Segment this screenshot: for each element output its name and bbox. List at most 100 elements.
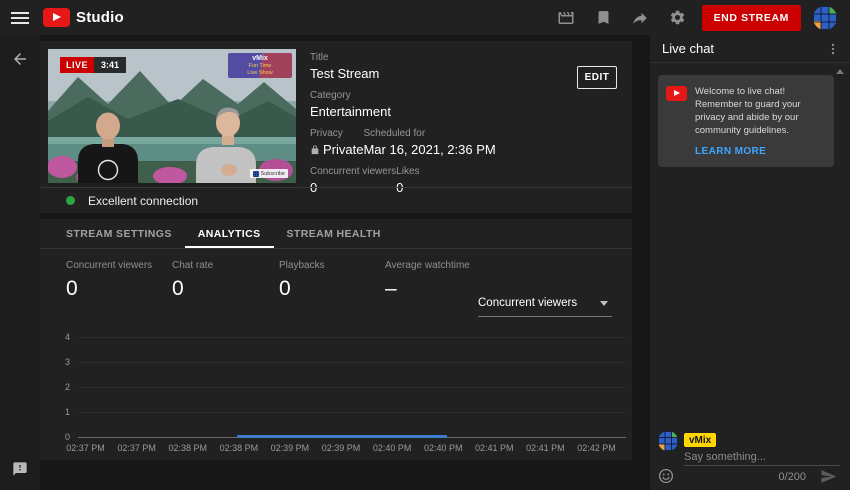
left-sidebar	[0, 35, 40, 490]
likes-label: Likes	[396, 166, 419, 177]
metric-label: Average watchtime	[385, 260, 470, 271]
viewers-label: Concurrent viewers	[310, 166, 396, 177]
metric-label: Playbacks	[279, 260, 325, 271]
x-tick: 02:37 PM	[111, 443, 162, 453]
welcome-message: Welcome to live chat! Remember to guard …	[695, 85, 825, 137]
chat-username-badge[interactable]: vMix	[684, 433, 716, 447]
x-tick: 02:40 PM	[367, 443, 418, 453]
connection-status-text: Excellent connection	[88, 194, 198, 208]
connection-status-row: Excellent connection	[40, 187, 632, 213]
x-tick: 02:39 PM	[264, 443, 315, 453]
chat-input-area: vMix Say something... 0/200	[650, 425, 850, 490]
privacy-value: Private	[323, 142, 363, 157]
topbar: Studio END STREAM	[0, 0, 850, 35]
x-tick: 02:37 PM	[60, 443, 111, 453]
subscribe-label: Subscribe	[261, 171, 285, 177]
chat-header: Live chat	[650, 35, 850, 63]
scheduled-label: Scheduled for	[363, 128, 495, 139]
back-arrow-icon[interactable]	[11, 50, 29, 68]
metric-label: Concurrent viewers	[66, 260, 152, 271]
video-thumbnail[interactable]: LIVE 3:41 vMix Fun Time Live Show Subscr…	[48, 49, 296, 188]
watermark-brand: vMix	[231, 55, 289, 63]
stream-title: Test Stream	[310, 66, 570, 81]
avatar-grid-lines	[658, 431, 678, 451]
analytics-card: STREAM SETTINGS ANALYTICS STREAM HEALTH …	[40, 219, 632, 460]
metric-value: 0	[279, 277, 325, 301]
subscribe-overlay: Subscribe	[250, 169, 288, 178]
live-chat-panel: Live chat Welcome to live chat! Remember…	[650, 35, 850, 490]
tab-bar: STREAM SETTINGS ANALYTICS STREAM HEALTH	[40, 219, 632, 249]
youtube-studio-logo[interactable]: Studio	[43, 8, 124, 27]
share-icon[interactable]	[622, 0, 659, 35]
y-tick: 1	[40, 407, 70, 417]
vmix-watermark: vMix Fun Time Live Show	[228, 53, 292, 78]
y-tick: 0	[40, 432, 70, 442]
dropdown-selected-value: Concurrent viewers	[478, 297, 577, 309]
input-underline	[684, 465, 840, 466]
subscribe-grid-icon	[253, 171, 259, 177]
topbar-actions: END STREAM	[548, 0, 850, 35]
youtube-play-icon	[43, 8, 70, 27]
chart-metric-dropdown[interactable]: Concurrent viewers	[478, 297, 612, 317]
metric-concurrent-viewers: Concurrent viewers 0	[66, 260, 152, 301]
scroll-up-icon[interactable]	[836, 69, 844, 74]
feedback-icon[interactable]	[12, 461, 28, 477]
metric-value: 0	[66, 277, 152, 301]
x-tick: 02:39 PM	[315, 443, 366, 453]
bookmark-icon[interactable]	[585, 0, 622, 35]
x-tick: 02:38 PM	[213, 443, 264, 453]
end-stream-button[interactable]: END STREAM	[702, 5, 801, 31]
x-tick: 02:41 PM	[469, 443, 520, 453]
scheduled-value: Mar 16, 2021, 2:36 PM	[363, 142, 495, 157]
x-axis-labels: 02:37 PM 02:37 PM 02:38 PM 02:38 PM 02:3…	[60, 443, 622, 453]
metric-playbacks: Playbacks 0	[279, 260, 325, 301]
tab-analytics[interactable]: ANALYTICS	[185, 219, 274, 248]
send-icon[interactable]	[820, 468, 837, 485]
privacy-label: Privacy	[310, 128, 363, 139]
char-counter: 0/200	[778, 471, 806, 483]
chat-user-avatar	[658, 431, 678, 451]
learn-more-link[interactable]: LEARN MORE	[695, 146, 825, 157]
avatar-grid-lines	[813, 6, 837, 30]
title-label: Title	[310, 52, 570, 63]
kebab-menu-icon[interactable]	[824, 39, 842, 59]
tab-stream-health[interactable]: STREAM HEALTH	[274, 219, 394, 248]
metric-chat-rate: Chat rate 0	[172, 260, 213, 301]
viewers-series-line	[237, 435, 447, 438]
settings-gear-icon[interactable]	[659, 0, 696, 35]
x-tick: 02:40 PM	[418, 443, 469, 453]
menu-icon[interactable]	[11, 9, 29, 27]
chevron-down-icon	[600, 301, 608, 306]
chat-welcome-card: Welcome to live chat! Remember to guard …	[658, 75, 834, 167]
chat-title: Live chat	[662, 41, 714, 56]
logo-text: Studio	[76, 9, 124, 26]
emoji-icon[interactable]	[658, 468, 674, 484]
metric-label: Chat rate	[172, 260, 213, 271]
y-tick: 4	[40, 332, 70, 342]
x-tick: 02:42 PM	[571, 443, 622, 453]
concurrent-viewers-chart: 4 3 2 1 0 02:37 PM 02:37 PM 02:38 PM 02:…	[40, 329, 632, 460]
gridline	[78, 337, 626, 338]
chat-message-input[interactable]: Say something...	[684, 451, 766, 463]
stream-info-card: LIVE 3:41 vMix Fun Time Live Show Subscr…	[40, 41, 632, 213]
x-tick: 02:38 PM	[162, 443, 213, 453]
category-label: Category	[310, 90, 570, 101]
live-time-badges: LIVE 3:41	[60, 57, 126, 73]
watermark-line2: Live Show	[231, 70, 289, 77]
connection-status-dot	[66, 196, 75, 205]
tab-stream-settings[interactable]: STREAM SETTINGS	[53, 219, 185, 248]
y-tick: 3	[40, 357, 70, 367]
account-avatar[interactable]	[813, 6, 837, 30]
y-tick: 2	[40, 382, 70, 392]
movie-icon[interactable]	[548, 0, 585, 35]
gridline	[78, 412, 626, 413]
edit-button[interactable]: EDIT	[577, 66, 617, 89]
elapsed-time-badge: 3:41	[94, 57, 126, 73]
lock-icon	[310, 145, 320, 155]
stream-category: Entertainment	[310, 104, 570, 119]
x-tick: 02:41 PM	[520, 443, 571, 453]
youtube-icon	[666, 86, 687, 101]
metric-value: –	[385, 277, 470, 301]
gridline	[78, 387, 626, 388]
metric-average-watchtime: Average watchtime –	[385, 260, 470, 301]
